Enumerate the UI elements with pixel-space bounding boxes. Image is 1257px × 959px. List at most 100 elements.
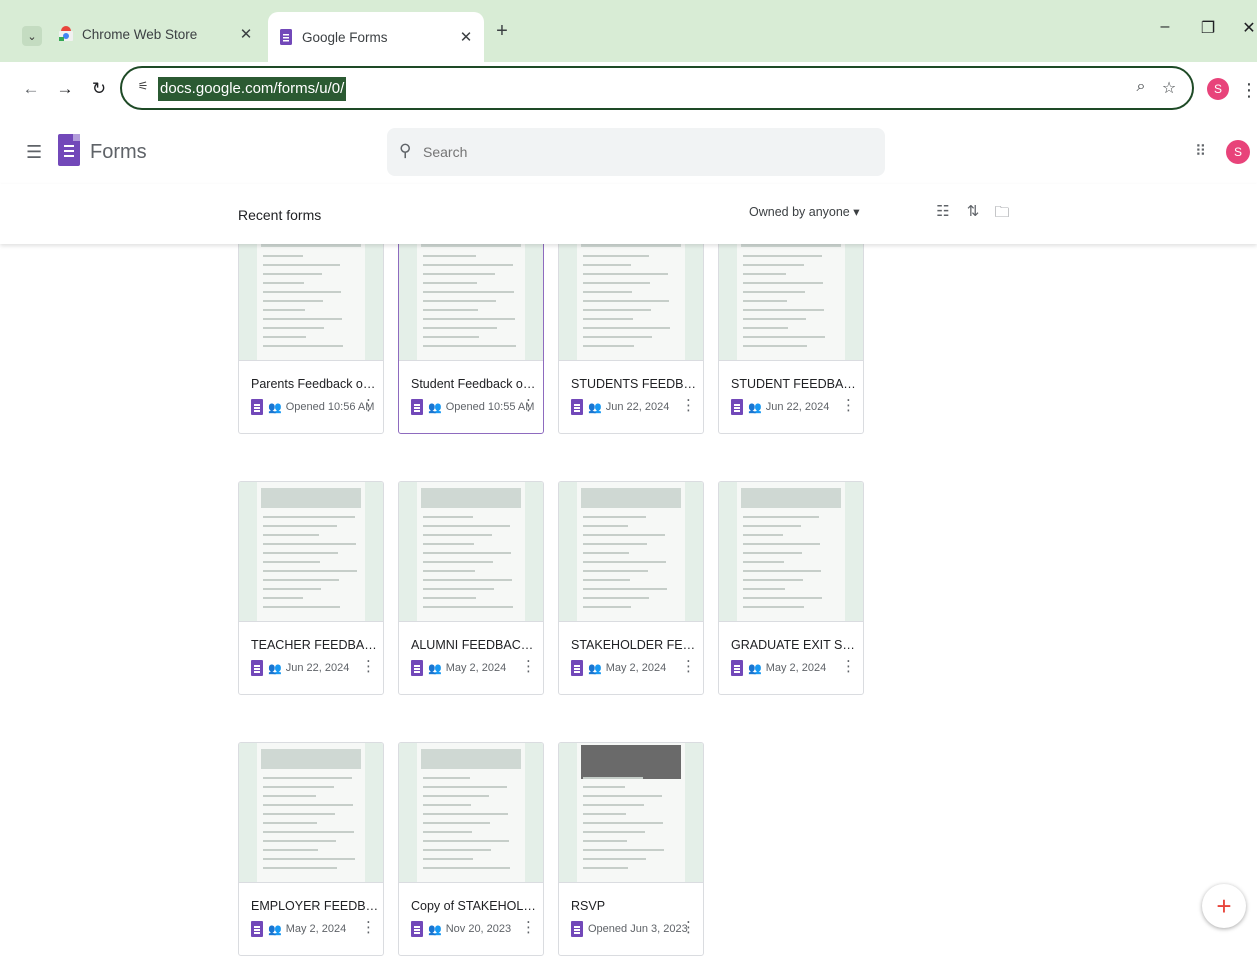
form-card[interactable]: Student Feedback on Infr... 👥Opened 10:55… — [398, 244, 544, 434]
new-tab-button[interactable]: + — [490, 20, 514, 43]
form-card[interactable]: STAKEHOLDER FEEDBAC... 👥May 2, 2024 ⋮ — [558, 481, 704, 695]
form-meta: 👥 Jun 22, 2024 — [731, 397, 829, 417]
shared-people-icon: 👥 — [588, 401, 602, 414]
close-window-icon[interactable]: ✕ — [1234, 18, 1257, 38]
section-heading: Recent forms — [238, 207, 322, 223]
minimize-icon[interactable]: – — [1150, 18, 1180, 36]
zoom-icon[interactable]: ⌕ — [1130, 78, 1152, 96]
form-date: Jun 22, 2024 — [285, 662, 350, 674]
form-title: STUDENTS FEEDBACK FO... — [571, 377, 699, 391]
forms-file-icon — [571, 399, 583, 415]
forms-file-icon — [411, 921, 423, 937]
form-card[interactable]: ALUMNI FEEDBACK FORM 👥May 2, 2024 ⋮ — [398, 481, 544, 695]
more-options-icon[interactable]: ⋮ — [841, 396, 856, 414]
address-bar[interactable]: ⚟ docs.google.com/forms/u/0/ ⌕ ☆ — [120, 66, 1194, 110]
form-date: Nov 20, 2023 — [445, 923, 512, 935]
forms-file-icon — [251, 921, 263, 937]
browser-toolbar: ← → ↻ ⚟ docs.google.com/forms/u/0/ ⌕ ☆ S… — [0, 62, 1257, 118]
more-options-icon[interactable]: ⋮ — [841, 657, 856, 675]
browser-menu-icon[interactable]: ⋮ — [1240, 80, 1257, 101]
new-form-button[interactable]: + — [1202, 884, 1246, 928]
form-meta: 👥 Opened 10:56 AM — [251, 397, 374, 417]
more-options-icon[interactable]: ⋮ — [681, 918, 696, 936]
form-title: RSVP — [571, 899, 606, 913]
form-thumbnail — [399, 244, 543, 361]
list-view-icon[interactable]: ☷ — [933, 202, 953, 220]
shared-people-icon: 👥 — [268, 923, 282, 936]
form-title: Copy of STAKEHOLDER F... — [411, 899, 539, 913]
more-options-icon[interactable]: ⋮ — [681, 657, 696, 675]
recent-forms-header: Recent forms Owned by anyone ▾ ☷ ⇅ 🗀 — [0, 184, 1257, 244]
form-date: May 2, 2024 — [605, 662, 667, 674]
form-title: Parents Feedback on Cur... — [251, 377, 379, 391]
more-options-icon[interactable]: ⋮ — [521, 396, 536, 414]
forms-logo-icon[interactable] — [58, 134, 80, 166]
more-options-icon[interactable]: ⋮ — [681, 396, 696, 414]
browser-tab-strip: ⌄ Chrome Web Store ✕ Google Forms ✕ + – … — [0, 0, 1257, 62]
tab-google-forms[interactable]: Google Forms ✕ — [268, 12, 484, 62]
restore-icon[interactable]: ❐ — [1193, 18, 1223, 38]
more-options-icon[interactable]: ⋮ — [361, 396, 376, 414]
form-meta: Opened Jun 3, 2023 — [571, 919, 688, 939]
form-title: TEACHER FEEDBACK ON ... — [251, 638, 379, 652]
main-menu-icon[interactable]: ☰ — [26, 142, 42, 163]
app-title[interactable]: Forms — [90, 141, 147, 164]
folder-icon[interactable]: 🗀 — [992, 202, 1012, 227]
more-options-icon[interactable]: ⋮ — [361, 918, 376, 936]
search-input[interactable] — [423, 140, 863, 164]
form-date: Opened Jun 3, 2023 — [588, 923, 688, 935]
more-options-icon[interactable]: ⋮ — [521, 657, 536, 675]
form-meta: 👥 May 2, 2024 — [571, 658, 666, 678]
form-card[interactable]: Parents Feedback on Cur... 👥Opened 10:56 … — [238, 244, 384, 434]
tab-chrome-web-store[interactable]: Chrome Web Store ✕ — [48, 12, 264, 56]
form-title: GRADUATE EXIT SURVEY — [731, 638, 859, 652]
tab-search-chevron-icon[interactable]: ⌄ — [22, 26, 42, 46]
form-thumbnail — [399, 482, 543, 622]
form-title: EMPLOYER FEEDBACK F... — [251, 899, 379, 913]
forms-grid: Parents Feedback on Cur... 👥Opened 10:56 … — [238, 244, 878, 959]
forms-file-icon — [251, 660, 263, 676]
more-options-icon[interactable]: ⋮ — [521, 918, 536, 936]
search-bar[interactable]: ⚲ — [387, 128, 885, 176]
close-tab-icon[interactable]: ✕ — [238, 25, 254, 43]
google-forms-icon — [280, 29, 292, 45]
account-avatar[interactable]: S — [1226, 140, 1250, 164]
more-options-icon[interactable]: ⋮ — [361, 657, 376, 675]
forms-file-icon — [571, 660, 583, 676]
shared-people-icon: 👥 — [428, 401, 442, 414]
form-meta: 👥 Jun 22, 2024 — [571, 397, 669, 417]
shared-people-icon: 👥 — [268, 662, 282, 675]
form-card[interactable]: RSVP Opened Jun 3, 2023 ⋮ — [558, 742, 704, 956]
sort-az-icon[interactable]: ⇅ — [963, 202, 983, 220]
form-date: May 2, 2024 — [765, 662, 827, 674]
form-card[interactable]: GRADUATE EXIT SURVEY 👥May 2, 2024 ⋮ — [718, 481, 864, 695]
close-tab-icon[interactable]: ✕ — [458, 28, 474, 46]
back-icon[interactable]: ← — [18, 76, 44, 102]
reload-icon[interactable]: ↻ — [86, 76, 112, 102]
shared-people-icon: 👥 — [268, 401, 282, 414]
url-text[interactable]: docs.google.com/forms/u/0/ — [158, 77, 347, 101]
forms-file-icon — [251, 399, 263, 415]
form-thumbnail — [559, 244, 703, 361]
form-card[interactable]: TEACHER FEEDBACK ON ... 👥Jun 22, 2024 ⋮ — [238, 481, 384, 695]
form-card[interactable]: Copy of STAKEHOLDER F... 👥Nov 20, 2023 ⋮ — [398, 742, 544, 956]
owner-filter-dropdown[interactable]: Owned by anyone ▾ — [749, 204, 860, 219]
form-thumbnail — [399, 743, 543, 883]
form-card[interactable]: STUDENTS FEEDBACK FO... 👥Jun 22, 2024 ⋮ — [558, 244, 704, 434]
browser-profile-avatar[interactable]: S — [1207, 78, 1229, 100]
form-thumbnail — [559, 743, 703, 883]
google-apps-icon[interactable]: ⠿ — [1195, 142, 1206, 160]
form-card[interactable]: STUDENT FEEDBACK ON ... 👥Jun 22, 2024 ⋮ — [718, 244, 864, 434]
bookmark-star-icon[interactable]: ☆ — [1158, 78, 1180, 98]
form-title: STAKEHOLDER FEEDBAC... — [571, 638, 699, 652]
forward-icon[interactable]: → — [52, 76, 78, 102]
forms-app-bar: ☰ Forms ⚲ ⠿ S — [0, 120, 1257, 184]
form-meta: 👥 Jun 22, 2024 — [251, 658, 349, 678]
site-info-icon[interactable]: ⚟ — [134, 79, 152, 93]
shared-people-icon: 👥 — [428, 662, 442, 675]
search-icon[interactable]: ⚲ — [399, 141, 411, 161]
form-card[interactable]: EMPLOYER FEEDBACK F... 👥May 2, 2024 ⋮ — [238, 742, 384, 956]
form-date: Jun 22, 2024 — [605, 401, 670, 413]
shared-people-icon: 👥 — [588, 662, 602, 675]
form-thumbnail — [239, 244, 383, 361]
